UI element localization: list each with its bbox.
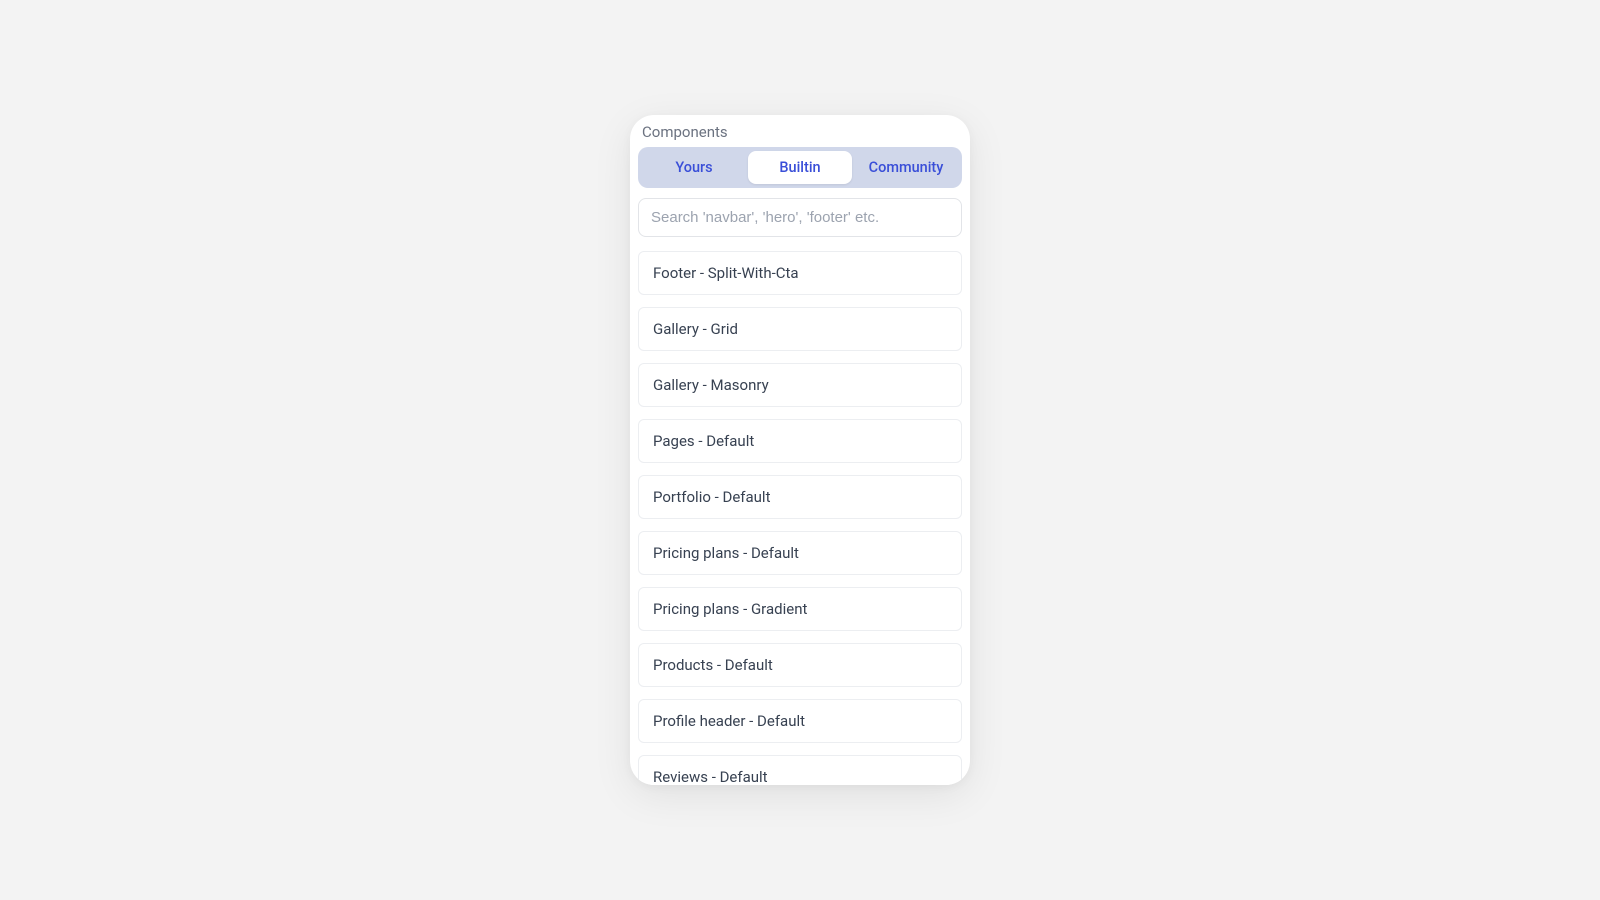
tab-community[interactable]: Community bbox=[854, 151, 958, 184]
list-item[interactable]: Gallery - Grid bbox=[638, 307, 962, 351]
list-item[interactable]: Pages - Default bbox=[638, 419, 962, 463]
list-item[interactable]: Reviews - Default bbox=[638, 755, 962, 785]
tab-yours[interactable]: Yours bbox=[642, 151, 746, 184]
component-list: Footer - Split-With-Cta Gallery - Grid G… bbox=[630, 243, 970, 785]
tab-bar: Yours Builtin Community bbox=[638, 147, 962, 188]
list-item[interactable]: Pricing plans - Gradient bbox=[638, 587, 962, 631]
list-item[interactable]: Footer - Split-With-Cta bbox=[638, 251, 962, 295]
list-item[interactable]: Pricing plans - Default bbox=[638, 531, 962, 575]
list-item[interactable]: Portfolio - Default bbox=[638, 475, 962, 519]
tab-builtin[interactable]: Builtin bbox=[748, 151, 852, 184]
list-item[interactable]: Profile header - Default bbox=[638, 699, 962, 743]
panel-title: Components bbox=[630, 121, 970, 147]
search-wrap bbox=[630, 198, 970, 243]
search-input[interactable] bbox=[638, 198, 962, 237]
list-item[interactable]: Products - Default bbox=[638, 643, 962, 687]
components-panel: Components Yours Builtin Community Foote… bbox=[630, 115, 970, 785]
list-item[interactable]: Gallery - Masonry bbox=[638, 363, 962, 407]
